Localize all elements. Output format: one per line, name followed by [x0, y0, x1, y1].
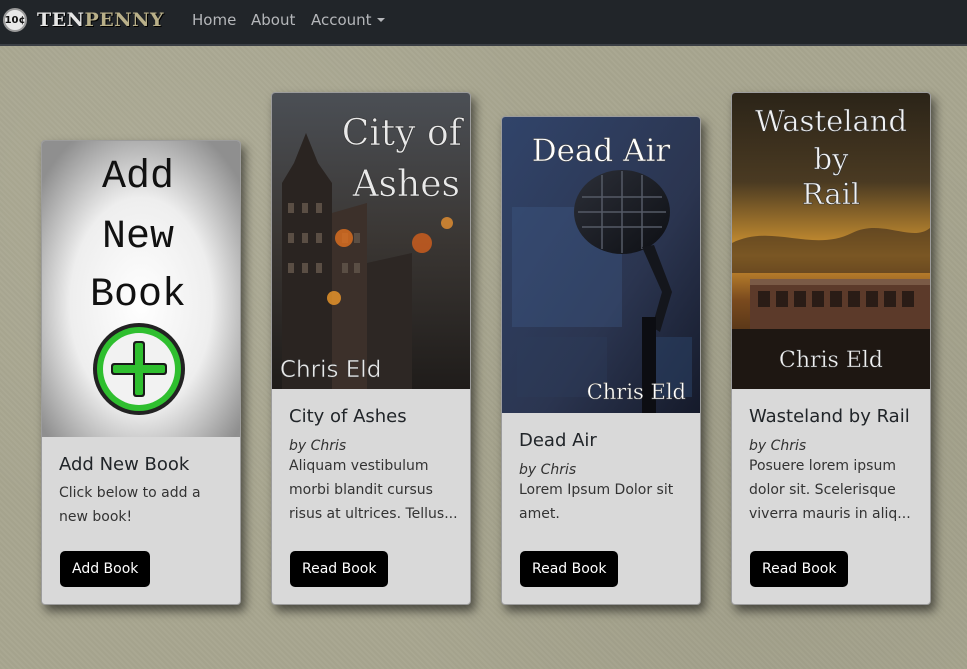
cover-title-line2: Ashes [352, 164, 460, 205]
card-author: by Chris [749, 438, 807, 454]
cover-title-line3: Rail [802, 177, 860, 211]
nav-account-dropdown[interactable]: Account [311, 11, 385, 29]
cover-author: Chris Eld [280, 357, 381, 383]
nav-about-link[interactable]: About [251, 11, 295, 29]
card-title: Wasteland by Rail [749, 406, 910, 427]
card-author: by Chris [289, 438, 347, 454]
book-cover-city-of-ashes[interactable]: City of Ashes Chris Eld [272, 93, 470, 389]
nav-home-link[interactable]: Home [192, 11, 236, 29]
cover-title-line2: by [814, 142, 850, 176]
read-book-button[interactable]: Read Book [750, 551, 849, 587]
plus-circle-icon [93, 323, 185, 415]
read-book-button[interactable]: Read Book [520, 551, 619, 587]
book-cover-dead-air[interactable]: Dead Air Chris Eld [502, 117, 700, 413]
coin-icon: 10¢ [3, 8, 27, 32]
cover-author: Chris Eld [779, 348, 883, 373]
card-author: by Chris [519, 462, 577, 478]
brand-penny: PENNY [84, 9, 165, 31]
cover-title: Dead Air [532, 133, 671, 169]
train-car [750, 279, 930, 329]
card-title: City of Ashes [289, 406, 407, 427]
book-card-wasteland-by-rail: Wasteland by Rail Chris Eld Wasteland by… [731, 92, 931, 605]
card-text: Aliquam vestibulum morbi blandit cursus … [289, 458, 458, 522]
book-cover-wasteland-by-rail[interactable]: Wasteland by Rail Chris Eld [732, 93, 930, 389]
book-card-city-of-ashes: City of Ashes Chris Eld City of Ashes by… [271, 92, 471, 605]
card-text: Posuere lorem ipsum dolor sit. Scelerisq… [749, 458, 911, 522]
cover-text-line2: New [102, 215, 174, 260]
card-title: Dead Air [519, 430, 597, 451]
add-book-card: Add New Book Add New Book Click below to… [41, 140, 241, 605]
cover-author: Chris Eld [587, 380, 686, 404]
card-body: Add New Book Click below to add a new bo… [59, 454, 230, 529]
cover-text-line3: Book [90, 273, 186, 318]
navbar: 10¢ TENPENNY Home About Account [0, 0, 967, 46]
brand-wordmark: TENPENNY [37, 9, 164, 31]
card-title: Add New Book [59, 454, 190, 475]
cover-title-line1: City of [342, 113, 465, 154]
card-body: City of Ashes by Chris Aliquam vestibulu… [289, 406, 460, 526]
caret-down-icon [376, 18, 385, 22]
card-text: Lorem Ipsum Dolor sit amet. [519, 482, 674, 522]
brand-ten: TEN [37, 9, 85, 31]
read-book-button[interactable]: Read Book [290, 551, 389, 587]
card-body: Dead Air by Chris Lorem Ipsum Dolor sit … [519, 430, 690, 526]
book-card-dead-air: Dead Air Chris Eld Dead Air by Chris Lor… [501, 116, 701, 605]
cover-text-line1: Add [102, 155, 174, 200]
add-book-button[interactable]: Add Book [60, 551, 151, 587]
nav-account-label: Account [311, 11, 372, 29]
card-body: Wasteland by Rail by Chris Posuere lorem… [749, 406, 920, 526]
add-book-cover[interactable]: Add New Book [42, 141, 240, 437]
card-text: Click below to add a new book! [59, 485, 201, 525]
brand-logo[interactable]: 10¢ TENPENNY [3, 6, 164, 34]
cover-title-line1: Wasteland [755, 104, 907, 138]
